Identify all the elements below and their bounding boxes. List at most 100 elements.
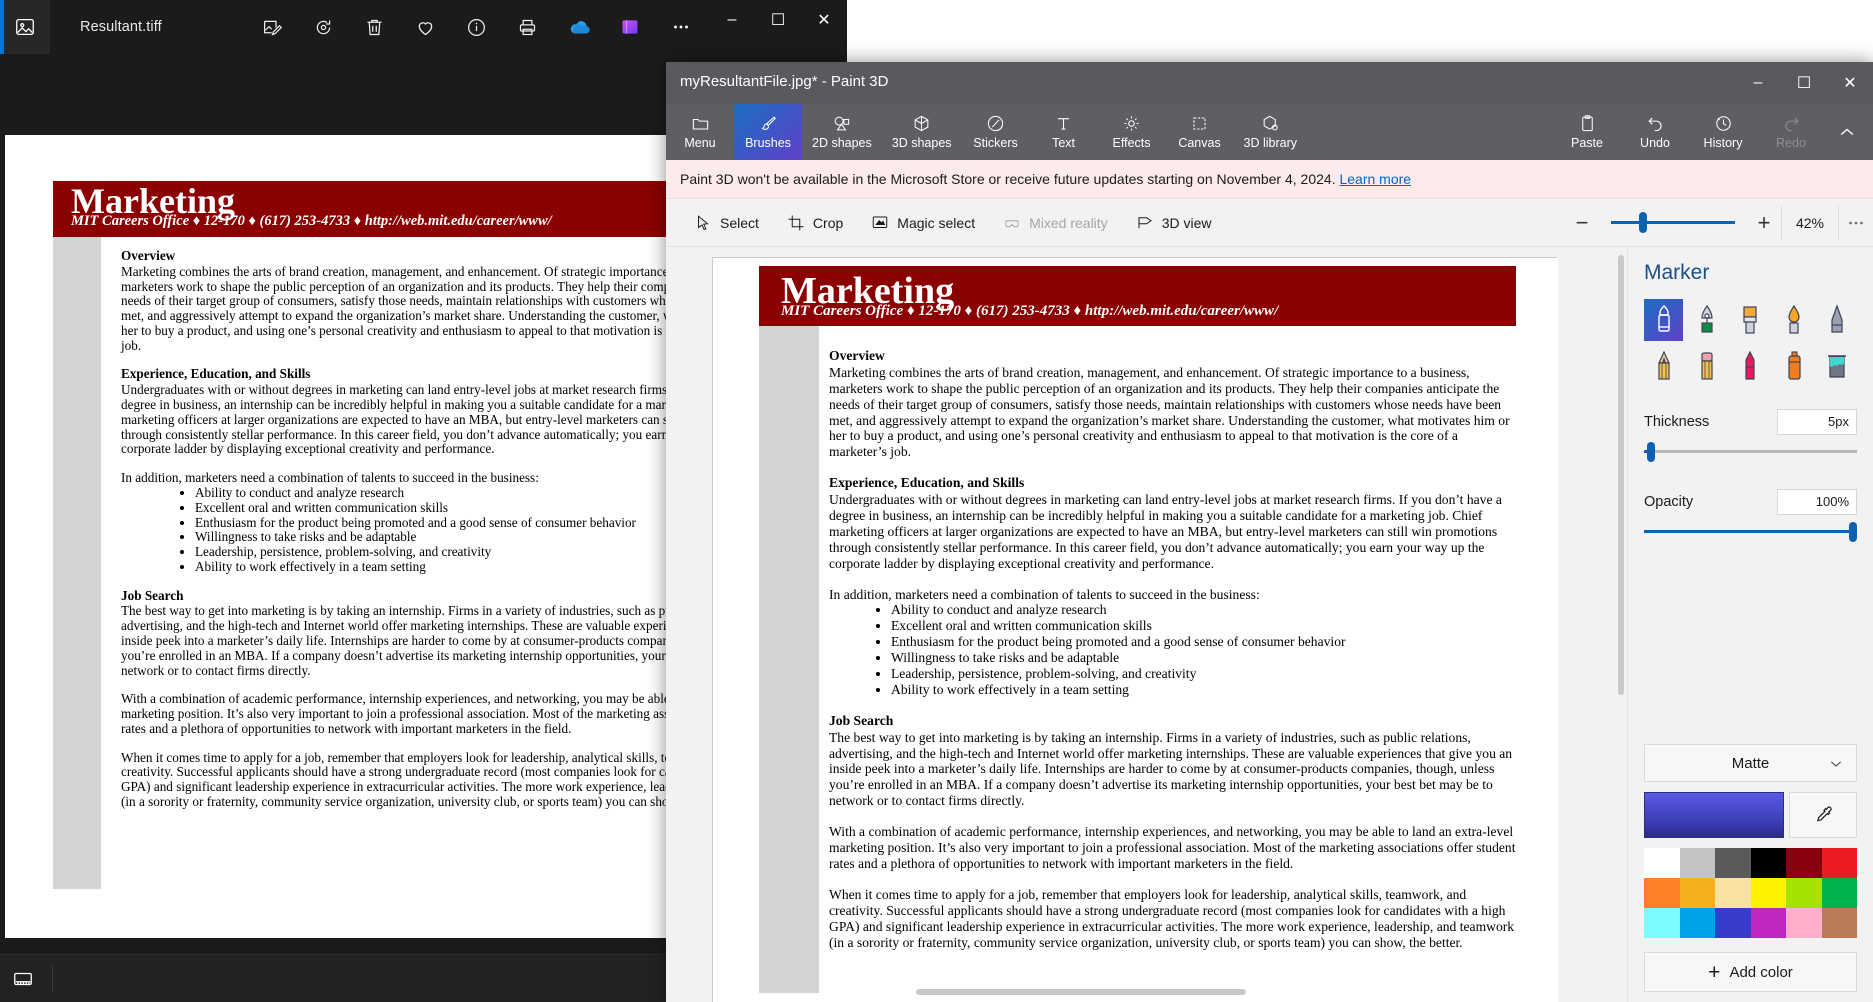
paint3d-canvas-area[interactable]: Marketing MIT Careers Office ♦ 12-170 ♦ …: [666, 247, 1627, 1002]
color-swatch[interactable]: [1750, 848, 1786, 878]
ribbon-item-2d-shapes[interactable]: 2D shapes: [802, 104, 882, 160]
paint3d-close-button[interactable]: ✕: [1827, 62, 1873, 104]
color-swatch[interactable]: [1786, 908, 1822, 938]
add-color-button[interactable]: + Add color: [1644, 952, 1857, 992]
paint3d-title: myResultantFile.jpg* - Paint 3D: [680, 73, 889, 90]
material-dropdown[interactable]: Matte: [1644, 744, 1857, 782]
color-swatch[interactable]: [1679, 908, 1715, 938]
rotate-icon[interactable]: [311, 14, 337, 40]
ribbon-item-3d-shapes[interactable]: 3D shapes: [882, 104, 962, 160]
document-side-strip: [53, 237, 101, 889]
section-paragraph: In addition, marketers need a combinatio…: [829, 586, 1260, 602]
paint3d-titlebar[interactable]: myResultantFile.jpg* - Paint 3D – ☐ ✕: [666, 62, 1873, 104]
ribbon-item-text[interactable]: Text: [1030, 104, 1098, 160]
photos-close-button[interactable]: ✕: [801, 0, 847, 40]
fill-bucket-tool[interactable]: [1818, 345, 1857, 387]
more-options-icon[interactable]: [668, 14, 694, 40]
ribbon-item-3d-library[interactable]: 3D library: [1234, 104, 1308, 160]
ribbon-item-canvas[interactable]: Canvas: [1166, 104, 1234, 160]
paint3d-body: Marketing MIT Careers Office ♦ 12-170 ♦ …: [666, 247, 1873, 1002]
list-item: Enthusiasm for the product being promote…: [891, 634, 1519, 650]
pixel-pen-tool[interactable]: [1818, 299, 1857, 341]
color-swatch[interactable]: [1715, 878, 1751, 908]
plus-icon: +: [1708, 960, 1721, 984]
ribbon-item-label: Text: [1052, 136, 1075, 150]
document-banner-subtitle: MIT Careers Office ♦ 12-170 ♦ (617) 253-…: [781, 303, 1279, 319]
crop-tool-button[interactable]: Crop: [787, 214, 843, 232]
canvas-horizontal-scrollbar[interactable]: [916, 989, 1336, 997]
deprecation-notice: Paint 3D won't be available in the Micro…: [666, 160, 1873, 199]
thickness-label: Thickness: [1644, 414, 1710, 430]
color-swatch[interactable]: [1821, 878, 1857, 908]
color-swatch[interactable]: [1644, 848, 1680, 878]
chevron-up-icon[interactable]: [1825, 104, 1869, 160]
favorite-heart-icon[interactable]: [413, 14, 439, 40]
filmstrip-icon[interactable]: [12, 968, 34, 990]
ribbon-item-effects[interactable]: Effects: [1098, 104, 1166, 160]
color-swatch[interactable]: [1821, 908, 1857, 938]
ribbon-item-menu[interactable]: Menu: [666, 104, 734, 160]
zoom-value: 42%: [1781, 205, 1839, 240]
learn-more-link[interactable]: Learn more: [1339, 171, 1411, 187]
ribbon-item-stickers[interactable]: Stickers: [962, 104, 1030, 160]
oil-brush-tool[interactable]: [1731, 299, 1770, 341]
marker-tool[interactable]: [1644, 299, 1684, 341]
select-tool-button[interactable]: Select: [694, 214, 759, 232]
thickness-value[interactable]: 5px: [1777, 409, 1857, 435]
delete-icon[interactable]: [362, 14, 388, 40]
skills-bullet-list: Ability to conduct and analyze research …: [891, 602, 1519, 697]
thickness-slider[interactable]: [1644, 441, 1857, 463]
magic-select-button[interactable]: Magic select: [871, 214, 975, 232]
color-swatch[interactable]: [1679, 878, 1715, 908]
more-options-icon[interactable]: [1839, 212, 1873, 234]
eraser-tool[interactable]: [1687, 345, 1726, 387]
calligraphy-pen-tool[interactable]: [1687, 299, 1726, 341]
opacity-slider[interactable]: [1644, 521, 1857, 543]
color-swatch[interactable]: [1715, 848, 1751, 878]
eyedropper-icon[interactable]: [1789, 792, 1857, 838]
spray-can-tool[interactable]: [1774, 345, 1813, 387]
ribbon-item-history[interactable]: History: [1689, 104, 1757, 160]
zoom-slider[interactable]: [1611, 212, 1735, 233]
info-icon[interactable]: [464, 14, 490, 40]
photos-maximize-button[interactable]: ☐: [755, 0, 801, 40]
canvas-vertical-scrollbar[interactable]: [1617, 255, 1625, 755]
color-swatch[interactable]: [1679, 848, 1715, 878]
watercolor-tool[interactable]: [1774, 299, 1813, 341]
section-heading: Job Search: [829, 712, 894, 728]
opacity-value[interactable]: 100%: [1777, 489, 1857, 515]
color-swatch[interactable]: [1644, 878, 1680, 908]
color-swatch[interactable]: [1750, 908, 1786, 938]
color-swatch[interactable]: [1786, 878, 1822, 908]
color-swatch[interactable]: [1786, 848, 1822, 878]
ribbon-item-undo[interactable]: Undo: [1621, 104, 1689, 160]
color-swatch[interactable]: [1644, 908, 1680, 938]
deprecation-notice-text: Paint 3D won't be available in the Micro…: [680, 171, 1336, 187]
paint3d-window-controls: – ☐ ✕: [1735, 62, 1873, 104]
list-item: Ability to conduct and analyze research: [891, 602, 1519, 618]
ribbon-item-paste[interactable]: Paste: [1553, 104, 1621, 160]
3d-view-button[interactable]: 3D view: [1136, 214, 1211, 232]
zoom-in-button[interactable]: +: [1747, 211, 1781, 234]
zoom-slider-thumb[interactable]: [1639, 212, 1647, 233]
color-swatch[interactable]: [1715, 908, 1751, 938]
edit-image-icon[interactable]: [260, 14, 286, 40]
brush-tool-grid: [1644, 299, 1857, 387]
current-color-swatch[interactable]: [1644, 792, 1784, 838]
paint3d-canvas[interactable]: Marketing MIT Careers Office ♦ 12-170 ♦ …: [712, 257, 1558, 1002]
ribbon-item-brushes[interactable]: Brushes: [734, 104, 802, 160]
ribbon-item-label: 2D shapes: [812, 136, 872, 150]
paint3d-maximize-button[interactable]: ☐: [1781, 62, 1827, 104]
brush-properties-panel: Marker Thickness 5px Opacity 100% Matte …: [1627, 247, 1873, 1002]
zoom-out-button[interactable]: −: [1565, 211, 1599, 234]
color-swatch[interactable]: [1821, 848, 1857, 878]
onedrive-cloud-icon[interactable]: [566, 14, 592, 40]
video-editor-icon[interactable]: [617, 14, 643, 40]
print-icon[interactable]: [515, 14, 541, 40]
pencil-tool[interactable]: [1644, 345, 1683, 387]
photos-file-title: Resultant.tiff: [80, 19, 162, 35]
crayon-tool[interactable]: [1731, 345, 1770, 387]
color-swatch[interactable]: [1750, 878, 1786, 908]
paint3d-minimize-button[interactable]: –: [1735, 62, 1781, 104]
photos-minimize-button[interactable]: –: [709, 0, 755, 40]
